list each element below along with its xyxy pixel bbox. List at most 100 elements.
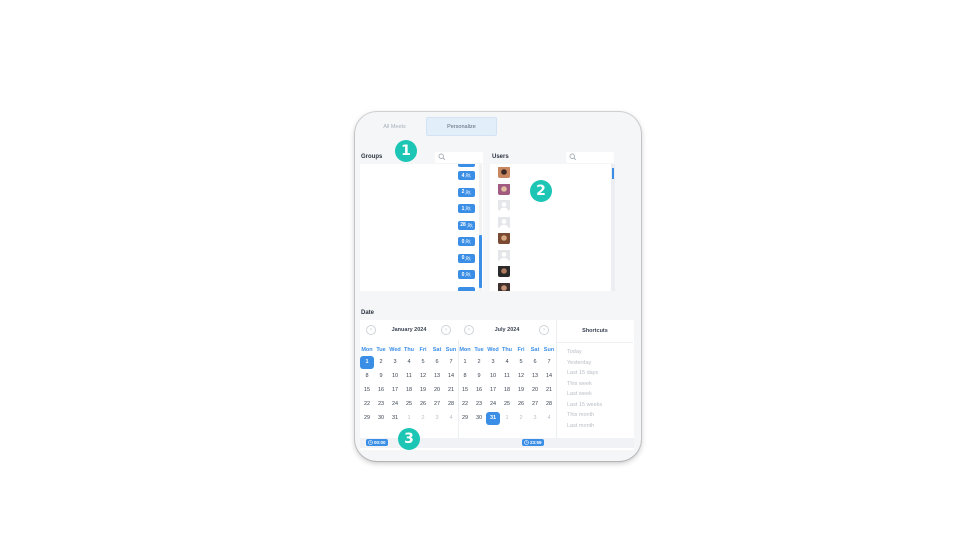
calendar-day[interactable]: 6 xyxy=(430,356,444,369)
calendar-day[interactable]: 10 xyxy=(388,370,402,383)
next-month-button[interactable]: › xyxy=(441,325,451,335)
group-count-badge[interactable] xyxy=(458,164,475,167)
calendar-day[interactable]: 17 xyxy=(388,384,402,397)
calendar-day[interactable]: 26 xyxy=(416,398,430,411)
calendar-day[interactable]: 3 xyxy=(430,412,444,425)
users-search-input[interactable] xyxy=(566,152,614,163)
calendar-day[interactable]: 5 xyxy=(416,356,430,369)
calendar-day[interactable]: 17 xyxy=(486,384,500,397)
user-avatar[interactable] xyxy=(498,249,510,261)
calendar-day[interactable]: 22 xyxy=(360,398,374,411)
groups-scroll-thumb[interactable] xyxy=(479,235,482,288)
calendar-day[interactable]: 8 xyxy=(458,370,472,383)
calendar-day[interactable]: 27 xyxy=(430,398,444,411)
calendar-day[interactable]: 4 xyxy=(402,356,416,369)
calendar-day[interactable]: 3 xyxy=(486,356,500,369)
calendar-day[interactable]: 2 xyxy=(416,412,430,425)
calendar-day[interactable]: 3 xyxy=(388,356,402,369)
calendar-day[interactable]: 21 xyxy=(542,384,556,397)
calendar-day[interactable]: 27 xyxy=(528,398,542,411)
calendar-day[interactable]: 18 xyxy=(500,384,514,397)
calendar-day[interactable]: 18 xyxy=(402,384,416,397)
calendar-day[interactable]: 13 xyxy=(528,370,542,383)
next-month-button[interactable]: › xyxy=(539,325,549,335)
groups-search-input[interactable] xyxy=(435,152,483,163)
group-count-badge[interactable]: 4 xyxy=(458,171,475,180)
calendar-day[interactable]: 1 xyxy=(500,412,514,425)
calendar-day[interactable]: 15 xyxy=(458,384,472,397)
calendar-day[interactable]: 11 xyxy=(402,370,416,383)
start-time-button[interactable]: 00:00 xyxy=(366,439,388,446)
calendar-day[interactable]: 15 xyxy=(360,384,374,397)
group-count-badge[interactable]: 1 xyxy=(458,204,475,213)
calendar-day[interactable]: 8 xyxy=(360,370,374,383)
calendar-day[interactable]: 29 xyxy=(360,412,374,425)
calendar-day[interactable]: 25 xyxy=(402,398,416,411)
calendar-day[interactable]: 1 xyxy=(402,412,416,425)
user-avatar[interactable] xyxy=(498,232,510,244)
calendar-day[interactable]: 21 xyxy=(444,384,458,397)
calendar-day[interactable]: 25 xyxy=(500,398,514,411)
calendar-day[interactable]: 4 xyxy=(444,412,458,425)
users-scrollbar[interactable] xyxy=(611,164,615,291)
calendar-day[interactable]: 13 xyxy=(430,370,444,383)
calendar-day[interactable]: 1 xyxy=(458,356,472,369)
calendar-day[interactable]: 19 xyxy=(514,384,528,397)
calendar-day[interactable]: 31 xyxy=(388,412,402,425)
shortcut-item[interactable]: Last 15 days xyxy=(567,370,598,376)
calendar-day[interactable]: 31 xyxy=(486,412,500,425)
calendar-day[interactable]: 12 xyxy=(416,370,430,383)
calendar-day[interactable]: 23 xyxy=(472,398,486,411)
calendar-day[interactable]: 28 xyxy=(444,398,458,411)
calendar-day[interactable]: 19 xyxy=(416,384,430,397)
calendar-day[interactable]: 3 xyxy=(528,412,542,425)
shortcut-item[interactable]: Today xyxy=(567,349,582,355)
calendar-day[interactable]: 20 xyxy=(528,384,542,397)
user-avatar[interactable] xyxy=(498,183,510,195)
shortcut-item[interactable]: This month xyxy=(567,412,594,418)
calendar-day[interactable]: 29 xyxy=(458,412,472,425)
group-count-badge[interactable] xyxy=(458,286,475,291)
user-avatar[interactable] xyxy=(498,265,510,277)
calendar-day[interactable]: 6 xyxy=(528,356,542,369)
user-avatar[interactable] xyxy=(498,282,510,291)
user-avatar[interactable] xyxy=(498,199,510,211)
calendar-day[interactable]: 4 xyxy=(500,356,514,369)
group-count-badge[interactable]: 0 xyxy=(458,253,475,263)
calendar-day[interactable]: 9 xyxy=(374,370,388,383)
shortcut-item[interactable]: Yesterday xyxy=(567,360,591,366)
calendar-day[interactable]: 14 xyxy=(444,370,458,383)
calendar-day[interactable]: 22 xyxy=(458,398,472,411)
group-count-badge[interactable]: 28 xyxy=(458,220,475,230)
shortcut-item[interactable]: Last 15 weeks xyxy=(567,402,602,408)
tab-personalize[interactable]: Personalize xyxy=(426,117,497,136)
calendar-day[interactable]: 16 xyxy=(374,384,388,397)
calendar-day[interactable]: 2 xyxy=(472,356,486,369)
end-time-button[interactable]: 23:59 xyxy=(522,439,544,446)
calendar-day[interactable]: 7 xyxy=(542,356,556,369)
calendar-day[interactable]: 2 xyxy=(374,356,388,369)
calendar-day[interactable]: 10 xyxy=(486,370,500,383)
calendar-day[interactable]: 7 xyxy=(444,356,458,369)
calendar-day[interactable]: 1 xyxy=(360,356,374,369)
calendar-day[interactable]: 14 xyxy=(542,370,556,383)
calendar-day[interactable]: 12 xyxy=(514,370,528,383)
user-avatar[interactable] xyxy=(498,166,510,178)
user-avatar[interactable] xyxy=(498,216,510,228)
calendar-day[interactable]: 24 xyxy=(486,398,500,411)
calendar-day[interactable]: 30 xyxy=(374,412,388,425)
shortcut-item[interactable]: Last week xyxy=(567,391,592,397)
calendar-day[interactable]: 2 xyxy=(514,412,528,425)
group-count-badge[interactable]: 0 xyxy=(458,237,475,246)
calendar-day[interactable]: 20 xyxy=(430,384,444,397)
calendar-day[interactable]: 9 xyxy=(472,370,486,383)
group-count-badge[interactable]: 2 xyxy=(458,187,475,197)
calendar-day[interactable]: 16 xyxy=(472,384,486,397)
calendar-day[interactable]: 26 xyxy=(514,398,528,411)
shortcut-item[interactable]: Last month xyxy=(567,423,594,429)
calendar-day[interactable]: 11 xyxy=(500,370,514,383)
calendar-day[interactable]: 4 xyxy=(542,412,556,425)
calendar-day[interactable]: 23 xyxy=(374,398,388,411)
calendar-day[interactable]: 5 xyxy=(514,356,528,369)
calendar-day[interactable]: 30 xyxy=(472,412,486,425)
